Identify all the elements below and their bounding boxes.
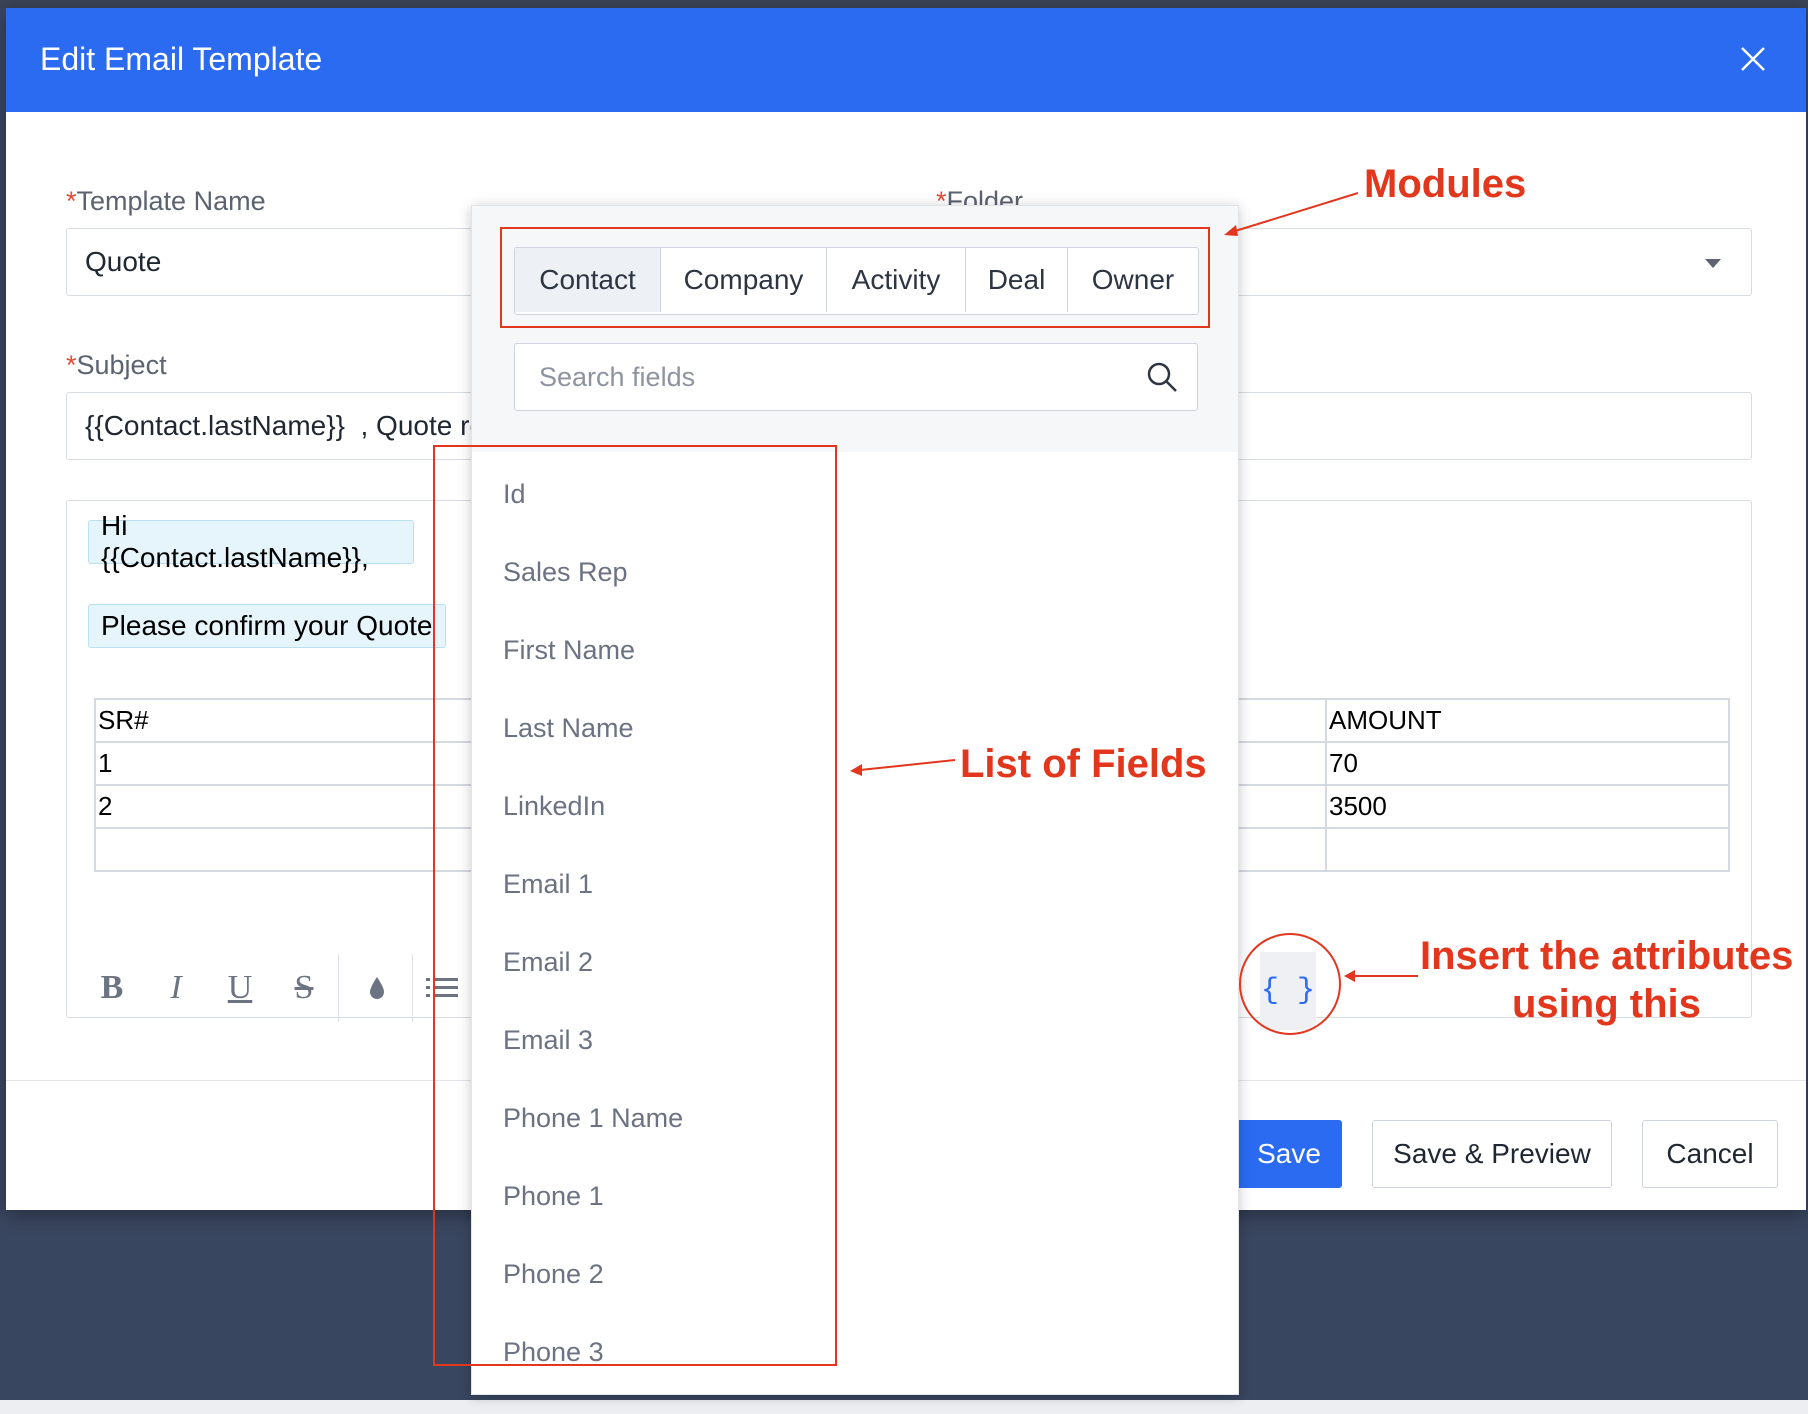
- tab-company[interactable]: Company: [661, 248, 827, 312]
- template-name-label-text: Template Name: [76, 186, 266, 216]
- list-item[interactable]: Email 2: [503, 947, 593, 978]
- list-item[interactable]: Email 1: [503, 869, 593, 900]
- chevron-down-icon: [1705, 259, 1721, 268]
- list-item[interactable]: Email 3: [503, 1025, 593, 1056]
- strikethrough-button[interactable]: S: [276, 948, 332, 1028]
- save-button[interactable]: Save: [1236, 1120, 1342, 1188]
- quote-line-chip[interactable]: Please confirm your Quote: [88, 604, 446, 648]
- text-color-button[interactable]: [349, 948, 405, 1028]
- list-item[interactable]: First Name: [503, 635, 635, 666]
- bold-button[interactable]: B: [84, 948, 140, 1028]
- search-input[interactable]: [539, 344, 1099, 410]
- tab-deal[interactable]: Deal: [966, 248, 1068, 312]
- template-name-value: Quote: [85, 246, 162, 277]
- subject-label: *Subject: [66, 350, 167, 381]
- field-list: Id Sales Rep First Name Last Name Linked…: [472, 452, 1238, 1396]
- list-of-fields-annotation: List of Fields: [960, 742, 1207, 786]
- list-item[interactable]: Phone 1: [503, 1181, 604, 1212]
- list-item[interactable]: Sales Rep: [503, 557, 628, 588]
- tab-activity[interactable]: Activity: [827, 248, 966, 312]
- subject-value: {{Contact.lastName}} , Quote re: [85, 410, 486, 441]
- required-mark: *: [66, 186, 77, 216]
- table-cell: 70: [1325, 741, 1730, 786]
- list-item[interactable]: Id: [503, 479, 526, 510]
- modal-title: Edit Email Template: [40, 41, 323, 77]
- underline-button[interactable]: U: [212, 948, 268, 1028]
- cancel-button[interactable]: Cancel: [1642, 1120, 1778, 1188]
- toolbar-divider: [412, 954, 413, 1022]
- insert-attributes-annotation-line1: Insert the attributes: [1420, 934, 1794, 978]
- list-item[interactable]: Phone 3: [503, 1337, 604, 1368]
- list-item[interactable]: Phone 2: [503, 1259, 604, 1290]
- insert-attribute-button[interactable]: { }: [1260, 952, 1316, 1030]
- table-cell: [1325, 827, 1730, 872]
- toolbar-divider: [338, 954, 339, 1022]
- search-icon[interactable]: [1145, 360, 1179, 394]
- save-preview-button[interactable]: Save & Preview: [1372, 1120, 1612, 1188]
- required-mark: *: [66, 350, 77, 380]
- table-cell: 3500: [1325, 784, 1730, 829]
- insert-attributes-annotation-line2: using this: [1512, 982, 1701, 1026]
- list-icon: [426, 978, 458, 997]
- tab-owner[interactable]: Owner: [1068, 248, 1198, 312]
- attribute-picker: Contact Company Activity Deal Owner Id S…: [471, 205, 1239, 1395]
- modal-header: Edit Email Template: [6, 8, 1806, 112]
- subject-label-text: Subject: [76, 350, 167, 380]
- picker-header: Contact Company Activity Deal Owner: [472, 206, 1238, 452]
- list-item[interactable]: Phone 1 Name: [503, 1103, 683, 1134]
- search-field: [514, 343, 1198, 411]
- tab-contact[interactable]: Contact: [515, 248, 661, 312]
- list-item[interactable]: Last Name: [503, 713, 634, 744]
- backdrop: [0, 0, 1808, 8]
- table-header-cell: AMOUNT: [1325, 698, 1730, 743]
- modules-annotation: Modules: [1364, 162, 1527, 206]
- italic-button[interactable]: I: [148, 948, 204, 1028]
- list-item[interactable]: LinkedIn: [503, 791, 605, 822]
- greeting-chip[interactable]: Hi {{Contact.lastName}},: [88, 510, 414, 573]
- list-button[interactable]: [422, 948, 462, 1028]
- template-name-label: *Template Name: [66, 186, 266, 217]
- close-icon[interactable]: [1738, 44, 1768, 74]
- drop-icon: [370, 977, 384, 999]
- module-tabs: Contact Company Activity Deal Owner: [514, 247, 1199, 315]
